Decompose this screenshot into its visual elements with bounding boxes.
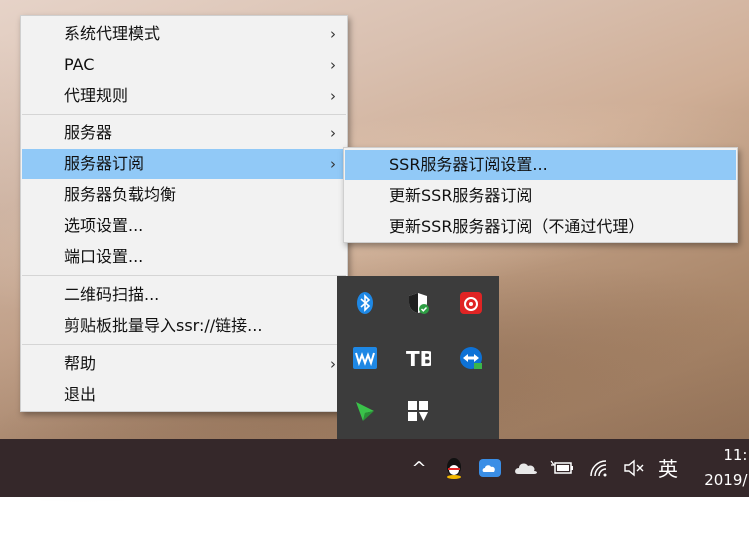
menu-item-label: PAC — [64, 55, 95, 74]
menu-item-system-proxy-mode[interactable]: 系统代理模式 › — [22, 19, 346, 49]
menu-item-port-settings[interactable]: 端口设置... — [22, 242, 346, 272]
menu-item-proxy-rules[interactable]: 代理规则 › — [22, 81, 346, 111]
submenu-item-subscription-settings[interactable]: SSR服务器订阅设置... — [345, 150, 736, 180]
menu-item-label: 服务器负载均衡 — [64, 185, 177, 204]
menu-item-label: 代理规则 — [64, 86, 129, 105]
svg-text:TB: TB — [406, 347, 431, 370]
menu-item-label: 退出 — [64, 385, 97, 404]
clock-time: 11:1 — [723, 446, 749, 464]
battery-power-icon[interactable] — [550, 456, 576, 480]
cloud-drive-icon[interactable] — [478, 456, 502, 480]
context-menu: 系统代理模式 › PAC › 代理规则 › 服务器 › 服务器订阅 › 服务器负… — [20, 15, 348, 412]
pinned-tiles-icon[interactable] — [405, 398, 431, 424]
subscription-submenu: SSR服务器订阅设置... 更新SSR服务器订阅 更新SSR服务器订阅（不通过代… — [343, 147, 738, 243]
menu-item-pac[interactable]: PAC › — [22, 50, 346, 80]
clock-date: 2019/1 — [704, 471, 749, 489]
menu-item-label: 服务器订阅 — [64, 154, 145, 173]
input-method-label: 英 — [658, 456, 678, 481]
show-hidden-icons-button[interactable]: ^ — [410, 456, 428, 480]
menu-item-help[interactable]: 帮助 › — [22, 349, 346, 379]
onedrive-icon[interactable] — [513, 456, 539, 480]
chevron-right-icon: › — [330, 124, 336, 142]
menu-item-label: 帮助 — [64, 354, 97, 373]
chevron-right-icon: › — [330, 56, 336, 74]
menu-item-exit[interactable]: 退出 — [22, 380, 346, 410]
menu-item-options[interactable]: 选项设置... — [22, 211, 346, 241]
wifi-icon[interactable] — [588, 456, 612, 480]
input-method-indicator[interactable]: 英 — [654, 455, 682, 481]
submenu-item-update-subscription[interactable]: 更新SSR服务器订阅 — [345, 181, 736, 211]
qq-icon[interactable] — [443, 456, 465, 480]
submenu-item-label: 更新SSR服务器订阅 — [389, 186, 533, 205]
ssr-paper-plane-icon[interactable] — [352, 398, 378, 424]
tray-overflow-flyout: TB — [337, 276, 499, 439]
menu-item-qr-scan[interactable]: 二维码扫描... — [22, 280, 346, 310]
submenu-item-label: 更新SSR服务器订阅（不通过代理） — [389, 217, 645, 236]
menu-separator — [22, 344, 346, 345]
menu-item-label: 系统代理模式 — [64, 24, 161, 43]
menu-item-label: 服务器 — [64, 123, 113, 142]
chevron-right-icon: › — [330, 355, 336, 373]
typora-tb-icon[interactable]: TB — [405, 345, 431, 371]
menu-item-label: 二维码扫描... — [64, 285, 160, 304]
volume-muted-icon[interactable] — [622, 456, 646, 480]
chevron-right-icon: › — [330, 25, 336, 43]
submenu-item-label: SSR服务器订阅设置... — [389, 155, 548, 174]
bluetooth-icon[interactable] — [352, 290, 378, 316]
waves-audio-icon[interactable] — [352, 345, 378, 371]
windows-security-icon[interactable] — [405, 290, 431, 316]
menu-separator — [22, 114, 346, 115]
menu-item-label: 端口设置... — [64, 247, 144, 266]
menu-item-label: 剪贴板批量导入ssr://链接... — [64, 316, 263, 335]
teamviewer-icon[interactable] — [458, 345, 484, 371]
menu-item-load-balance[interactable]: 服务器负载均衡 — [22, 180, 346, 210]
taskbar-clock[interactable]: 11:1 2019/1 — [687, 443, 749, 493]
netease-music-icon[interactable] — [458, 290, 484, 316]
taskbar: ^ 英 11:1 2019/1 — [0, 439, 749, 497]
chevron-right-icon: › — [330, 87, 336, 105]
menu-item-servers[interactable]: 服务器 › — [22, 118, 346, 148]
menu-item-server-subscription[interactable]: 服务器订阅 › — [22, 149, 346, 179]
chevron-up-icon: ^ — [411, 457, 427, 479]
menu-item-clipboard-import[interactable]: 剪贴板批量导入ssr://链接... — [22, 311, 346, 341]
menu-separator — [22, 275, 346, 276]
chevron-right-icon: › — [330, 155, 336, 173]
submenu-item-update-subscription-no-proxy[interactable]: 更新SSR服务器订阅（不通过代理） — [345, 212, 736, 242]
menu-item-label: 选项设置... — [64, 216, 144, 235]
